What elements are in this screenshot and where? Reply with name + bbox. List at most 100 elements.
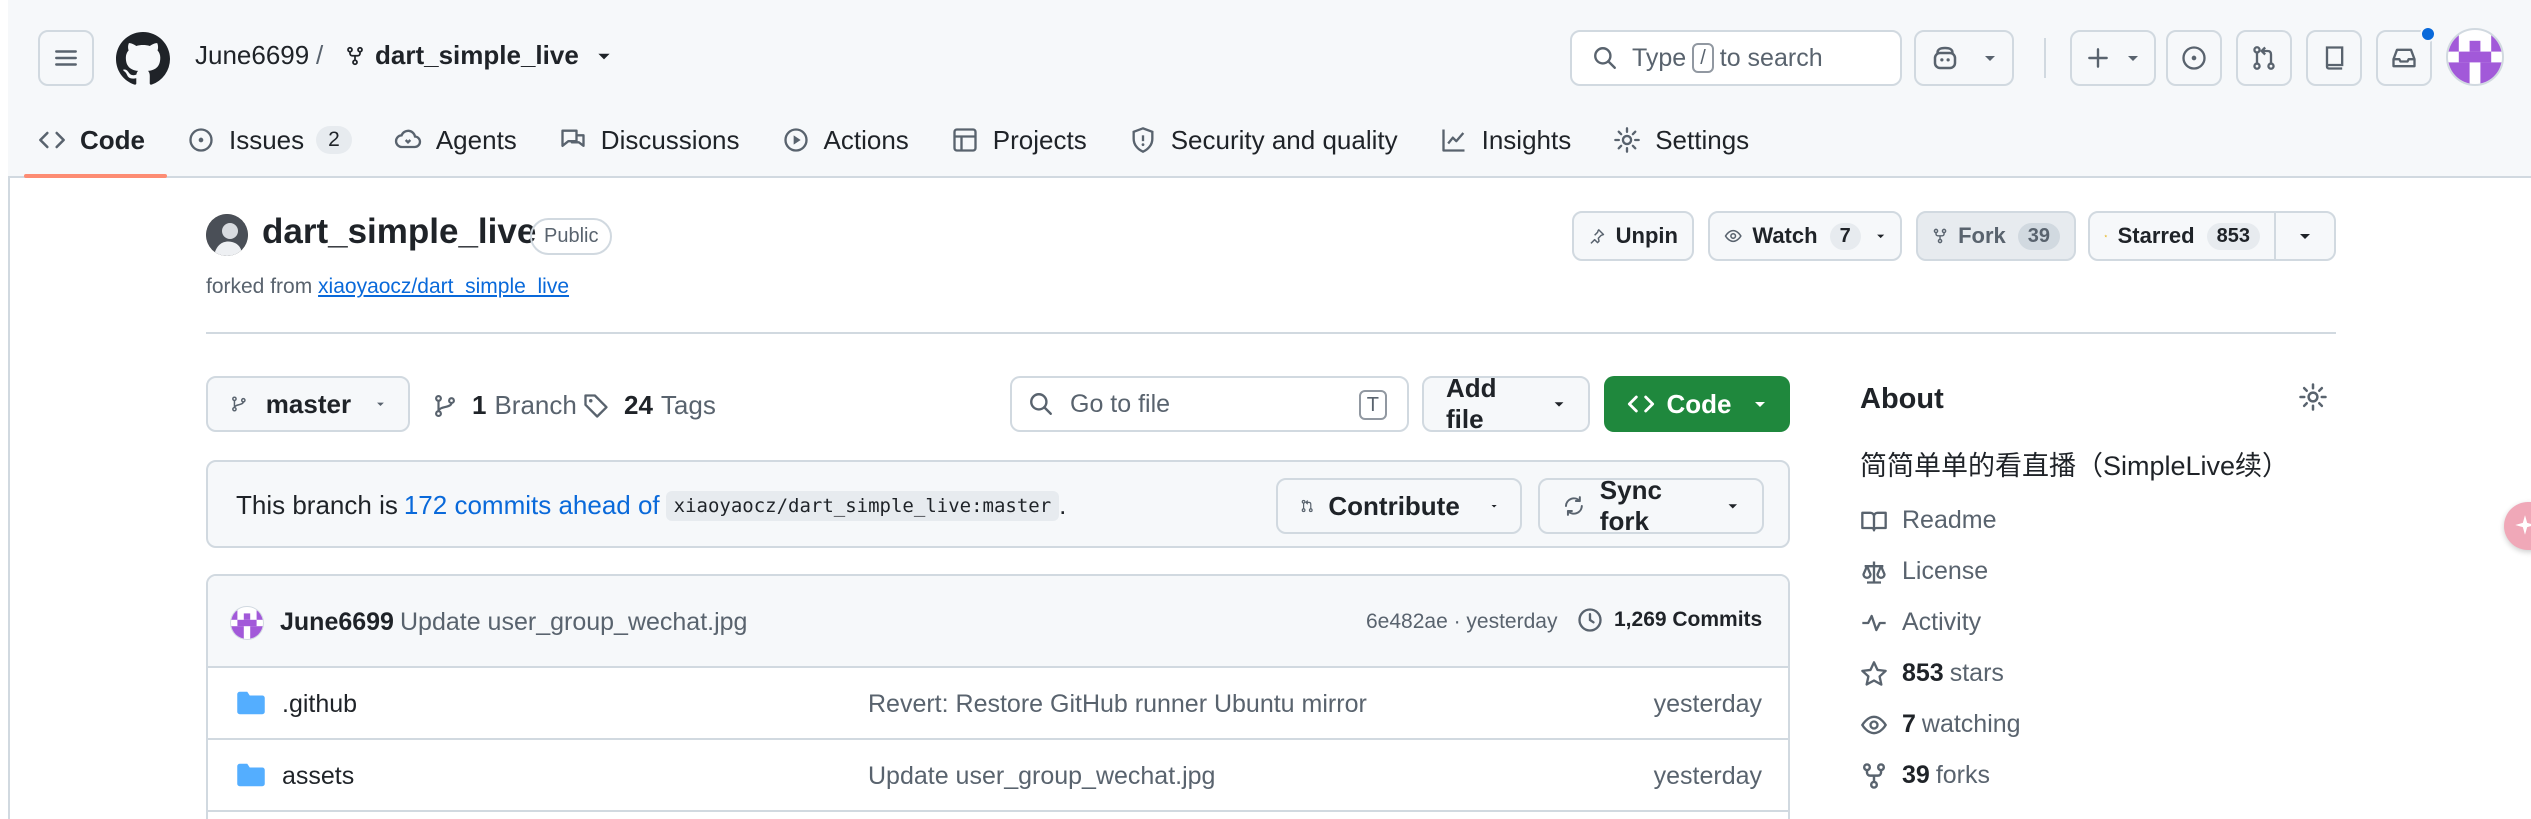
commit-message[interactable]: Update user_group_wechat.jpg	[400, 608, 747, 637]
copilot-icon	[1930, 43, 1960, 73]
triangle-down-icon	[375, 396, 386, 412]
create-new-button[interactable]	[2070, 30, 2156, 86]
tags-link[interactable]: 24 Tags	[582, 390, 716, 421]
starred-button[interactable]: Starred 853	[2088, 211, 2276, 261]
file-name[interactable]: .github	[282, 690, 357, 719]
contribute-label: Contribute	[1328, 490, 1460, 521]
file-commit-message[interactable]: Update user_group_wechat.jpg	[868, 762, 1215, 791]
search-prefix: Type	[1632, 43, 1687, 72]
title-divider	[206, 332, 2336, 334]
branches-link[interactable]: 1 Branch	[432, 390, 577, 421]
eye-icon	[1724, 223, 1742, 249]
go-to-file-shortcut: T	[1358, 390, 1387, 420]
contribute-button[interactable]: Contribute	[1276, 478, 1522, 534]
commit-hash-time[interactable]: 6e482ae · yesterday	[1366, 610, 1557, 634]
unpin-button[interactable]: Unpin	[1572, 211, 1694, 261]
breadcrumb-separator: /	[316, 40, 324, 70]
book-icon	[1860, 507, 1888, 535]
readme-link[interactable]: Readme	[1860, 506, 1997, 535]
commit-author-avatar[interactable]	[230, 606, 264, 640]
tab-agents[interactable]: Agents	[394, 112, 517, 168]
repo-icon	[2320, 44, 2348, 72]
graph-icon	[1440, 126, 1468, 154]
sync-fork-button[interactable]: Sync fork	[1538, 475, 1764, 536]
tab-security-label: Security and quality	[1170, 124, 1398, 155]
activity-label: Activity	[1902, 608, 1982, 636]
sync-icon	[1562, 492, 1586, 520]
gear-icon	[1613, 126, 1641, 154]
pull-requests-button[interactable]	[2236, 30, 2292, 86]
add-file-button[interactable]: Add file	[1422, 373, 1590, 434]
watch-button[interactable]: Watch 7	[1708, 211, 1902, 261]
avatar[interactable]	[2446, 28, 2504, 86]
search-shortcut-key: /	[1692, 43, 1714, 73]
branch-selector[interactable]: master	[206, 376, 410, 432]
stars-link[interactable]: 853 stars	[1860, 659, 2004, 688]
history-icon	[1576, 606, 1604, 634]
commits-ahead-link[interactable]: 172 commits ahead of	[404, 490, 660, 521]
tab-settings[interactable]: Settings	[1613, 112, 1749, 168]
upstream-ref: xiaoyaocz/dart_simple_live:master	[665, 490, 1060, 521]
commit-author[interactable]: June6699	[280, 608, 394, 637]
notification-dot	[2420, 26, 2436, 42]
forked-from-prefix: forked from	[206, 275, 313, 298]
file-commit-message[interactable]: Revert: Restore GitHub runner Ubuntu mir…	[868, 690, 1367, 719]
tab-actions[interactable]: Actions	[782, 112, 909, 168]
code-button[interactable]: Code	[1604, 376, 1790, 432]
forked-from-link[interactable]: xiaoyaocz/dart_simple_live	[318, 275, 569, 298]
forks-link[interactable]: 39 forks	[1860, 761, 1990, 790]
tab-insights[interactable]: Insights	[1440, 112, 1571, 168]
watch-label: Watch	[1752, 223, 1818, 248]
fork-button[interactable]: Fork 39	[1916, 211, 2076, 261]
repo-owner-avatar[interactable]	[206, 214, 248, 256]
latest-commit-row: June6699 Update user_group_wechat.jpg 6e…	[208, 576, 1788, 668]
git-branch-icon	[230, 391, 248, 417]
search-icon	[1028, 391, 1054, 417]
star-lists-dropdown[interactable]	[2274, 211, 2336, 261]
table-row[interactable]: .github Revert: Restore GitHub runner Ub…	[208, 668, 1788, 740]
sparkle-icon	[2512, 512, 2531, 538]
tab-code[interactable]: Code	[24, 112, 167, 178]
repo-name[interactable]: dart_simple_live	[262, 212, 536, 252]
issues-button[interactable]	[2166, 30, 2222, 86]
stars-count: 853	[1902, 659, 1944, 687]
tags-label: Tags	[660, 390, 716, 420]
activity-link[interactable]: Activity	[1860, 608, 1981, 637]
go-to-file-input[interactable]: Go to file T	[1010, 376, 1409, 432]
license-link[interactable]: License	[1860, 557, 1988, 586]
github-logo-icon[interactable]	[116, 32, 170, 86]
repositories-button[interactable]	[2306, 30, 2362, 86]
eye-icon	[1860, 711, 1888, 739]
gear-icon[interactable]	[2298, 382, 2328, 412]
tab-security[interactable]: Security and quality	[1129, 112, 1398, 168]
search-icon	[1592, 45, 1618, 71]
tag-icon	[582, 392, 610, 420]
file-name[interactable]: assets	[282, 762, 354, 791]
code-icon	[38, 126, 66, 154]
breadcrumb-owner[interactable]: June6699	[195, 40, 309, 71]
search-input[interactable]: Type / to search	[1570, 30, 1902, 86]
file-date: yesterday	[1653, 690, 1762, 718]
breadcrumb-repo[interactable]: dart_simple_live	[345, 40, 613, 71]
plus-icon	[2085, 45, 2111, 71]
fork-label: Fork	[1958, 223, 2006, 248]
tab-discussions[interactable]: Discussions	[559, 112, 740, 168]
repo-nav: Code Issues 2 Agents Discussions Actions…	[24, 112, 1791, 178]
tab-projects[interactable]: Projects	[951, 112, 1087, 168]
commits-history-link[interactable]: 1,269 Commits	[1576, 606, 1762, 634]
go-to-file-placeholder: Go to file	[1070, 389, 1171, 418]
triangle-down-icon	[2125, 50, 2141, 66]
table-row[interactable]: assets Update user_group_wechat.jpg yest…	[208, 740, 1788, 812]
watching-link[interactable]: 7 watching	[1860, 710, 2021, 739]
menu-button[interactable]	[38, 30, 94, 86]
issue-opened-icon	[187, 126, 215, 154]
branches-count: 1	[472, 390, 487, 420]
floating-extension-button[interactable]	[2504, 502, 2531, 550]
fork-count: 39	[2017, 222, 2060, 250]
file-table: June6699 Update user_group_wechat.jpg 6e…	[206, 574, 1790, 819]
copilot-button[interactable]	[1914, 30, 2014, 86]
commits-count: 1,269 Commits	[1614, 608, 1763, 631]
watching-label: watching	[1921, 710, 2021, 738]
tab-issues[interactable]: Issues 2	[187, 112, 352, 168]
pin-icon	[1588, 223, 1606, 249]
